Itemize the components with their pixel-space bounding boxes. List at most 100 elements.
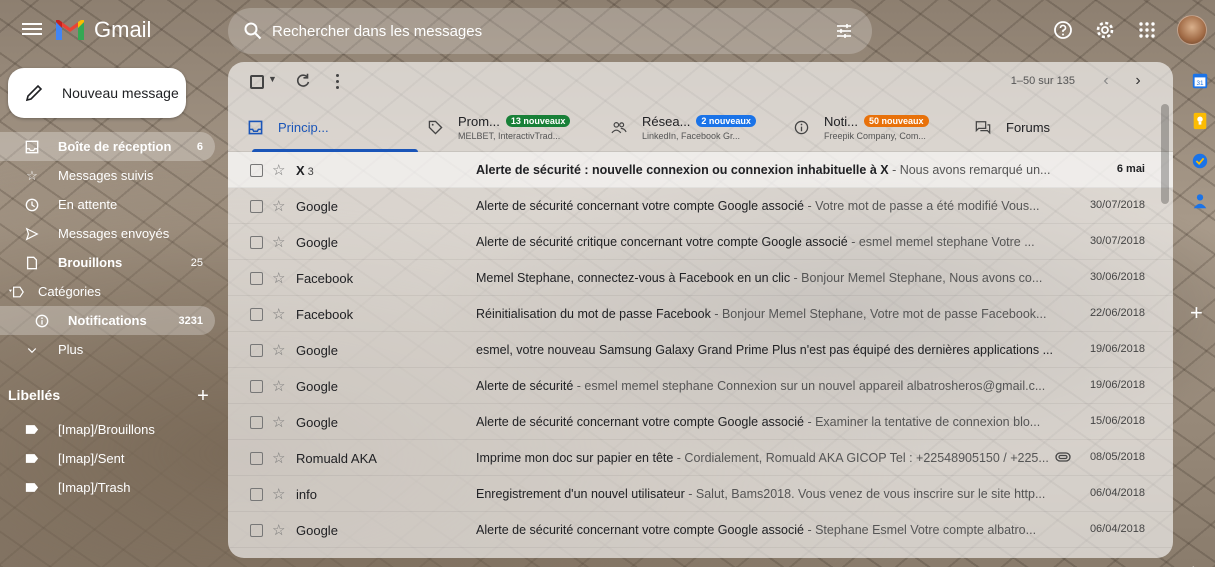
- row-checkbox[interactable]: [250, 524, 263, 537]
- apps-grid-icon[interactable]: [1131, 14, 1163, 46]
- email-preview: Enregistrement d'un nouvel utilisateur -…: [476, 487, 1061, 501]
- keep-icon[interactable]: [1189, 110, 1211, 132]
- get-addons-icon[interactable]: +: [1190, 300, 1203, 326]
- sidebar-item-categories[interactable]: Catégories: [0, 277, 215, 306]
- row-checkbox[interactable]: [250, 164, 263, 177]
- email-preview: Alerte de sécurité critique concernant v…: [476, 235, 1061, 249]
- tab-forums[interactable]: Forums: [974, 102, 1050, 152]
- email-subject: Imprime mon doc sur papier en tête: [476, 451, 674, 465]
- people-icon: [610, 118, 628, 136]
- email-sender: Google: [296, 343, 338, 358]
- email-row[interactable]: ☆ Google Alerte de sécurité concernant v…: [228, 404, 1173, 440]
- tasks-icon[interactable]: [1189, 150, 1211, 172]
- star-icon[interactable]: ☆: [272, 485, 285, 503]
- search-bar[interactable]: [228, 8, 872, 54]
- sidebar-item-sent[interactable]: Messages envoyés: [0, 219, 215, 248]
- app-name: Gmail: [94, 17, 152, 42]
- help-icon[interactable]: [1047, 14, 1079, 46]
- search-options-icon[interactable]: [834, 21, 854, 41]
- email-row[interactable]: ☆ Google Alerte de sécurité - esmel meme…: [228, 368, 1173, 404]
- email-row[interactable]: ☆ Google Alerte de sécurité critique con…: [228, 224, 1173, 260]
- more-options-icon[interactable]: [332, 72, 342, 92]
- scrollbar-thumb[interactable]: [1161, 104, 1169, 204]
- row-checkbox[interactable]: [250, 452, 263, 465]
- star-icon[interactable]: ☆: [272, 233, 285, 251]
- select-dropdown-icon[interactable]: ▼: [268, 74, 277, 84]
- settings-gear-icon[interactable]: [1089, 14, 1121, 46]
- sidebar-item-snoozed[interactable]: En attente: [0, 190, 215, 219]
- email-date: 15/06/2018: [1089, 415, 1145, 427]
- email-date: 19/06/2018: [1089, 379, 1145, 391]
- thread-count: 3: [307, 166, 314, 178]
- email-preview: Alerte de sécurité : nouvelle connexion …: [476, 163, 1061, 177]
- sidebar-nav: Boîte de réception 6 ☆ Messages suivis E…: [0, 132, 215, 364]
- star-icon[interactable]: ☆: [272, 377, 285, 395]
- show-side-panel-icon[interactable]: ›: [1192, 560, 1197, 567]
- search-icon[interactable]: [244, 22, 262, 40]
- star-icon[interactable]: ☆: [272, 521, 285, 539]
- sidebar-item-inbox[interactable]: Boîte de réception 6: [0, 132, 215, 161]
- compose-button[interactable]: Nouveau message: [8, 68, 186, 118]
- email-snippet: - Cordialement, Romuald AKA GICOP Tel : …: [673, 451, 1049, 465]
- draft-icon: [24, 255, 40, 271]
- label-item[interactable]: [Imap]/Trash: [0, 473, 215, 502]
- star-icon[interactable]: ☆: [272, 305, 285, 323]
- email-preview: Memel Stephane, connectez-vous à Faceboo…: [476, 271, 1061, 285]
- add-label-icon[interactable]: +: [193, 385, 213, 407]
- gmail-logo[interactable]: Gmail: [54, 14, 151, 46]
- previous-page-button[interactable]: ‹: [1095, 71, 1117, 93]
- sidebar-item-drafts[interactable]: Brouillons 25: [0, 248, 215, 277]
- email-sender: Facebook: [296, 307, 354, 322]
- row-checkbox[interactable]: [250, 488, 263, 501]
- tab-updates[interactable]: Noti... 50 nouveaux Freepik Company, Com…: [792, 102, 929, 152]
- row-checkbox[interactable]: [250, 344, 263, 357]
- email-row[interactable]: ☆ Facebook Memel Stephane, connectez-vou…: [228, 260, 1173, 296]
- new-count-badge: 2 nouveaux: [696, 115, 756, 127]
- label-item[interactable]: [Imap]/Brouillons: [0, 415, 215, 444]
- email-row[interactable]: ☆ Google Alerte de sécurité concernant v…: [228, 188, 1173, 224]
- star-icon[interactable]: ☆: [272, 269, 285, 287]
- select-all-checkbox[interactable]: [250, 75, 264, 89]
- row-checkbox[interactable]: [250, 380, 263, 393]
- email-row[interactable]: ☆ Romuald AKA Imprime mon doc sur papier…: [228, 440, 1173, 476]
- refresh-icon[interactable]: [294, 72, 314, 92]
- row-checkbox[interactable]: [250, 236, 263, 249]
- label-item[interactable]: [Imap]/Sent: [0, 444, 215, 473]
- contacts-icon[interactable]: [1189, 190, 1211, 212]
- email-row[interactable]: ☆ Google Alerte de sécurité concernant v…: [228, 512, 1173, 548]
- tab-senders: MELBET, InteractivTrad...: [458, 130, 561, 141]
- tab-title: Princip...: [278, 119, 329, 135]
- star-icon[interactable]: ☆: [272, 161, 285, 179]
- row-checkbox[interactable]: [250, 416, 263, 429]
- row-checkbox[interactable]: [250, 200, 263, 213]
- email-subject: Alerte de sécurité critique concernant v…: [476, 235, 848, 249]
- tab-social[interactable]: Résea... 2 nouveaux LinkedIn, Facebook G…: [610, 102, 756, 152]
- sidebar-item-label: Brouillons: [58, 255, 123, 270]
- email-row[interactable]: ☆ info Enregistrement d'un nouvel utilis…: [228, 476, 1173, 512]
- email-subject: Enregistrement d'un nouvel utilisateur: [476, 487, 685, 501]
- email-row[interactable]: ☆ Google esmel, votre nouveau Samsung Ga…: [228, 332, 1173, 368]
- attachment-icon[interactable]: [1055, 451, 1071, 465]
- calendar-icon[interactable]: 31: [1189, 70, 1211, 92]
- tab-primary[interactable]: Princip...: [246, 102, 421, 152]
- sidebar-item-label: Messages suivis: [58, 168, 154, 183]
- main-menu-button[interactable]: [22, 20, 42, 40]
- next-page-button[interactable]: ›: [1127, 71, 1149, 93]
- row-checkbox[interactable]: [250, 272, 263, 285]
- star-icon[interactable]: ☆: [272, 341, 285, 359]
- email-subject: Alerte de sécurité: [476, 379, 574, 393]
- email-snippet: - Stephane Esmel Votre compte albatro...: [803, 523, 1037, 537]
- sidebar-item-notifications[interactable]: Notifications 3231: [0, 306, 215, 335]
- sidebar-item-starred[interactable]: ☆ Messages suivis: [0, 161, 215, 190]
- row-checkbox[interactable]: [250, 308, 263, 321]
- sidebar-item-more[interactable]: Plus: [0, 335, 215, 364]
- email-row[interactable]: ☆ X3 Alerte de sécurité : nouvelle conne…: [228, 152, 1173, 188]
- search-input[interactable]: [272, 22, 832, 40]
- star-icon[interactable]: ☆: [272, 413, 285, 431]
- labels-title: Libellés: [8, 387, 61, 403]
- email-row[interactable]: ☆ Facebook Réinitialisation du mot de pa…: [228, 296, 1173, 332]
- star-icon[interactable]: ☆: [272, 197, 285, 215]
- tab-promotions[interactable]: Prom... 13 nouveaux MELBET, InteractivTr…: [426, 102, 571, 152]
- account-avatar[interactable]: [1177, 15, 1207, 45]
- star-icon[interactable]: ☆: [272, 449, 285, 467]
